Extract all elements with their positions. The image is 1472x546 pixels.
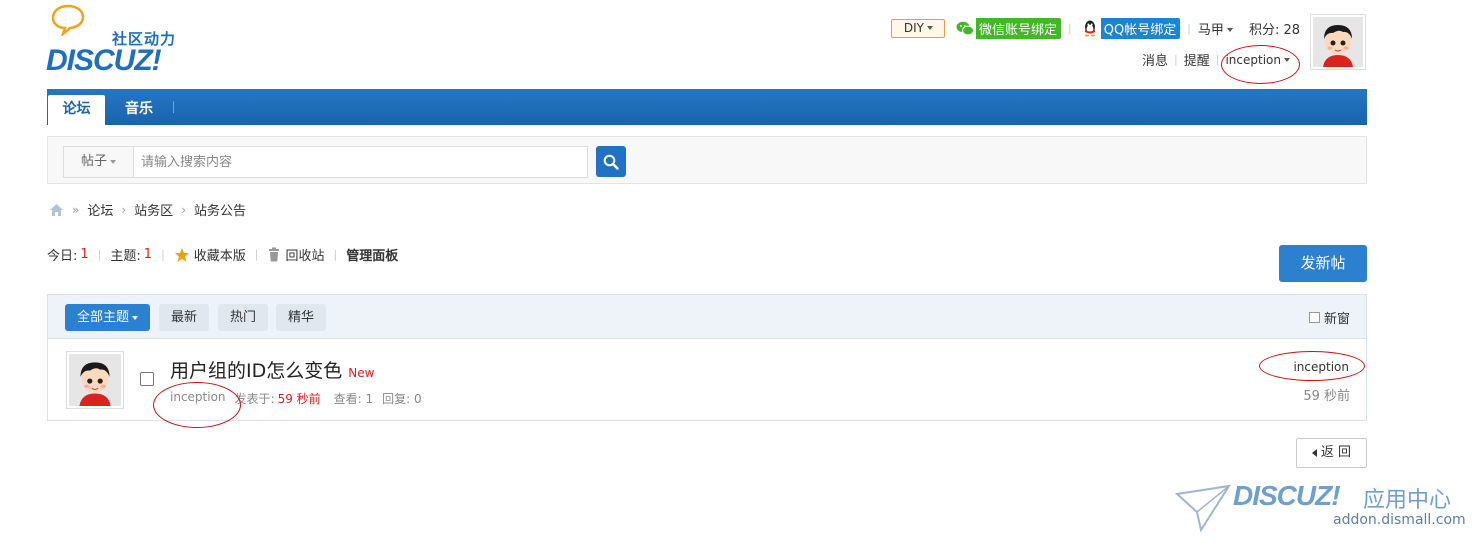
main-nav: 论坛 音乐 (47, 89, 1367, 125)
new-window-label: 新窗 (1323, 312, 1350, 327)
user-avatar[interactable] (1310, 14, 1366, 70)
highlight-ring (153, 382, 241, 428)
new-window-toggle[interactable]: 新窗 (1308, 308, 1350, 327)
topics-label: 主题: (110, 249, 141, 264)
favorite-forum-link[interactable]: 收藏本版 (194, 245, 246, 264)
search-scope-label: 帖子 (80, 154, 107, 169)
messages-link[interactable]: 消息 (1142, 50, 1168, 69)
chevron-down-icon (1226, 28, 1233, 32)
avatar-image (69, 354, 121, 406)
breadcrumb-separator: › (121, 202, 127, 217)
thread-list-header: 全部主题 最新 热门 精华 新窗 (48, 295, 1366, 339)
replies-count: 回复: 0 (382, 392, 422, 406)
watermark: DISCUZ! 应用中心 addon.dismall.com (1175, 478, 1466, 538)
highlight-ring (1221, 45, 1300, 84)
breadcrumb-item-admin-area[interactable]: 站务区 (134, 200, 173, 219)
username-label: 马甲 (1197, 22, 1224, 38)
breadcrumb-separator: » (72, 202, 80, 217)
nav-divider (173, 101, 174, 113)
search-bar: 帖子 (47, 136, 1367, 184)
wechat-bind-button[interactable]: 微信账号绑定 (954, 17, 1062, 39)
filter-digest[interactable]: 精华 (276, 304, 327, 331)
highlight-ring (1259, 351, 1365, 381)
search-button[interactable] (596, 146, 626, 177)
logo-brand: DISCUZ! (46, 44, 162, 77)
manage-panel-link[interactable]: 管理面板 (346, 245, 398, 264)
breadcrumb-separator: › (181, 202, 186, 217)
new-window-checkbox[interactable] (1308, 312, 1320, 323)
divider: | (1068, 21, 1072, 35)
search-icon (603, 154, 619, 170)
author-avatar[interactable] (66, 351, 124, 409)
table-row: 用户组的ID怎么变色 New inception 发表于: 59 秒前 查看: 1… (48, 339, 1366, 421)
avatar-image (1313, 17, 1363, 67)
username-menu[interactable]: 马甲 (1198, 19, 1233, 38)
breadcrumb-item-forum[interactable]: 论坛 (87, 200, 113, 219)
back-label: 返 回 (1320, 445, 1352, 460)
back-button[interactable]: 返 回 (1296, 438, 1367, 468)
breadcrumb: » 论坛 › 站务区 › 站务公告 (49, 200, 246, 219)
filter-hot[interactable]: 热门 (218, 304, 269, 331)
filter-latest[interactable]: 最新 (159, 304, 210, 331)
wechat-icon (954, 17, 976, 39)
divider: | (254, 248, 259, 261)
divider: | (161, 248, 165, 261)
wechat-bind-label: 微信账号绑定 (979, 22, 1058, 38)
user-toolbar: DIY 微信账号绑定 | QQ帐号绑定 | 马甲 积分: 28 (890, 17, 1300, 39)
diy-button[interactable]: DIY (890, 18, 945, 38)
today-value: 1 (80, 247, 89, 262)
posted-time: 59 秒前 (277, 392, 321, 406)
thread-select-checkbox[interactable] (140, 372, 154, 386)
qq-penguin-icon (1078, 17, 1101, 39)
speech-bubble-icon (51, 4, 85, 36)
search-input[interactable] (134, 148, 587, 176)
home-icon[interactable] (49, 203, 64, 217)
last-post-time: 59 秒前 (1303, 389, 1350, 404)
forum-stats: 今日: 1 | 主题: 1 | 收藏本版 | 回收站 | 管理面板 (47, 245, 398, 264)
diy-label: DIY (903, 20, 924, 35)
topics-value: 1 (143, 247, 153, 262)
watermark-url: addon.dismall.com (1333, 512, 1466, 528)
points-display: 积分: 28 (1248, 22, 1300, 38)
new-badge: New (348, 366, 375, 380)
new-post-button[interactable]: 发新帖 (1279, 245, 1367, 282)
today-label: 今日: (47, 249, 78, 264)
thread-title: 用户组的ID怎么变色 (170, 360, 343, 382)
breadcrumb-item-announcements[interactable]: 站务公告 (194, 200, 246, 219)
thread-list: 全部主题 最新 热门 精华 新窗 用户组的ID怎么变色 New inceptio… (47, 294, 1367, 421)
trash-icon (268, 247, 279, 262)
watermark-brand: DISCUZ! (1233, 480, 1341, 511)
thread-title-link[interactable]: 用户组的ID怎么变色 New (170, 356, 374, 383)
filter-label: 全部主题 (77, 310, 130, 325)
reminders-link[interactable]: 提醒 (1184, 50, 1210, 69)
chevron-down-icon (132, 315, 139, 320)
qq-bind-button[interactable]: QQ帐号绑定 (1078, 17, 1181, 39)
caret-left-icon (1311, 448, 1317, 457)
chevron-down-icon (927, 26, 933, 30)
star-icon (174, 247, 189, 262)
site-logo[interactable]: 社区动力 DISCUZ! (46, 4, 196, 77)
tab-music[interactable]: 音乐 (125, 95, 153, 125)
chevron-down-icon (110, 159, 116, 164)
divider: | (333, 248, 338, 261)
paper-plane-icon (1175, 484, 1231, 532)
divider: | (97, 248, 102, 261)
tab-forum[interactable]: 论坛 (48, 95, 105, 125)
divider: | (1174, 53, 1178, 66)
qq-bind-label: QQ帐号绑定 (1103, 22, 1177, 38)
views-count: 查看: 1 (333, 392, 374, 406)
search-field: 帖子 (63, 146, 588, 178)
divider: | (1187, 21, 1191, 35)
filter-all-threads[interactable]: 全部主题 (65, 304, 151, 331)
watermark-cn: 应用中心 (1363, 488, 1452, 513)
search-scope-select[interactable]: 帖子 (64, 147, 134, 177)
recycle-bin-link[interactable]: 回收站 (286, 245, 325, 264)
divider: | (1215, 53, 1220, 66)
